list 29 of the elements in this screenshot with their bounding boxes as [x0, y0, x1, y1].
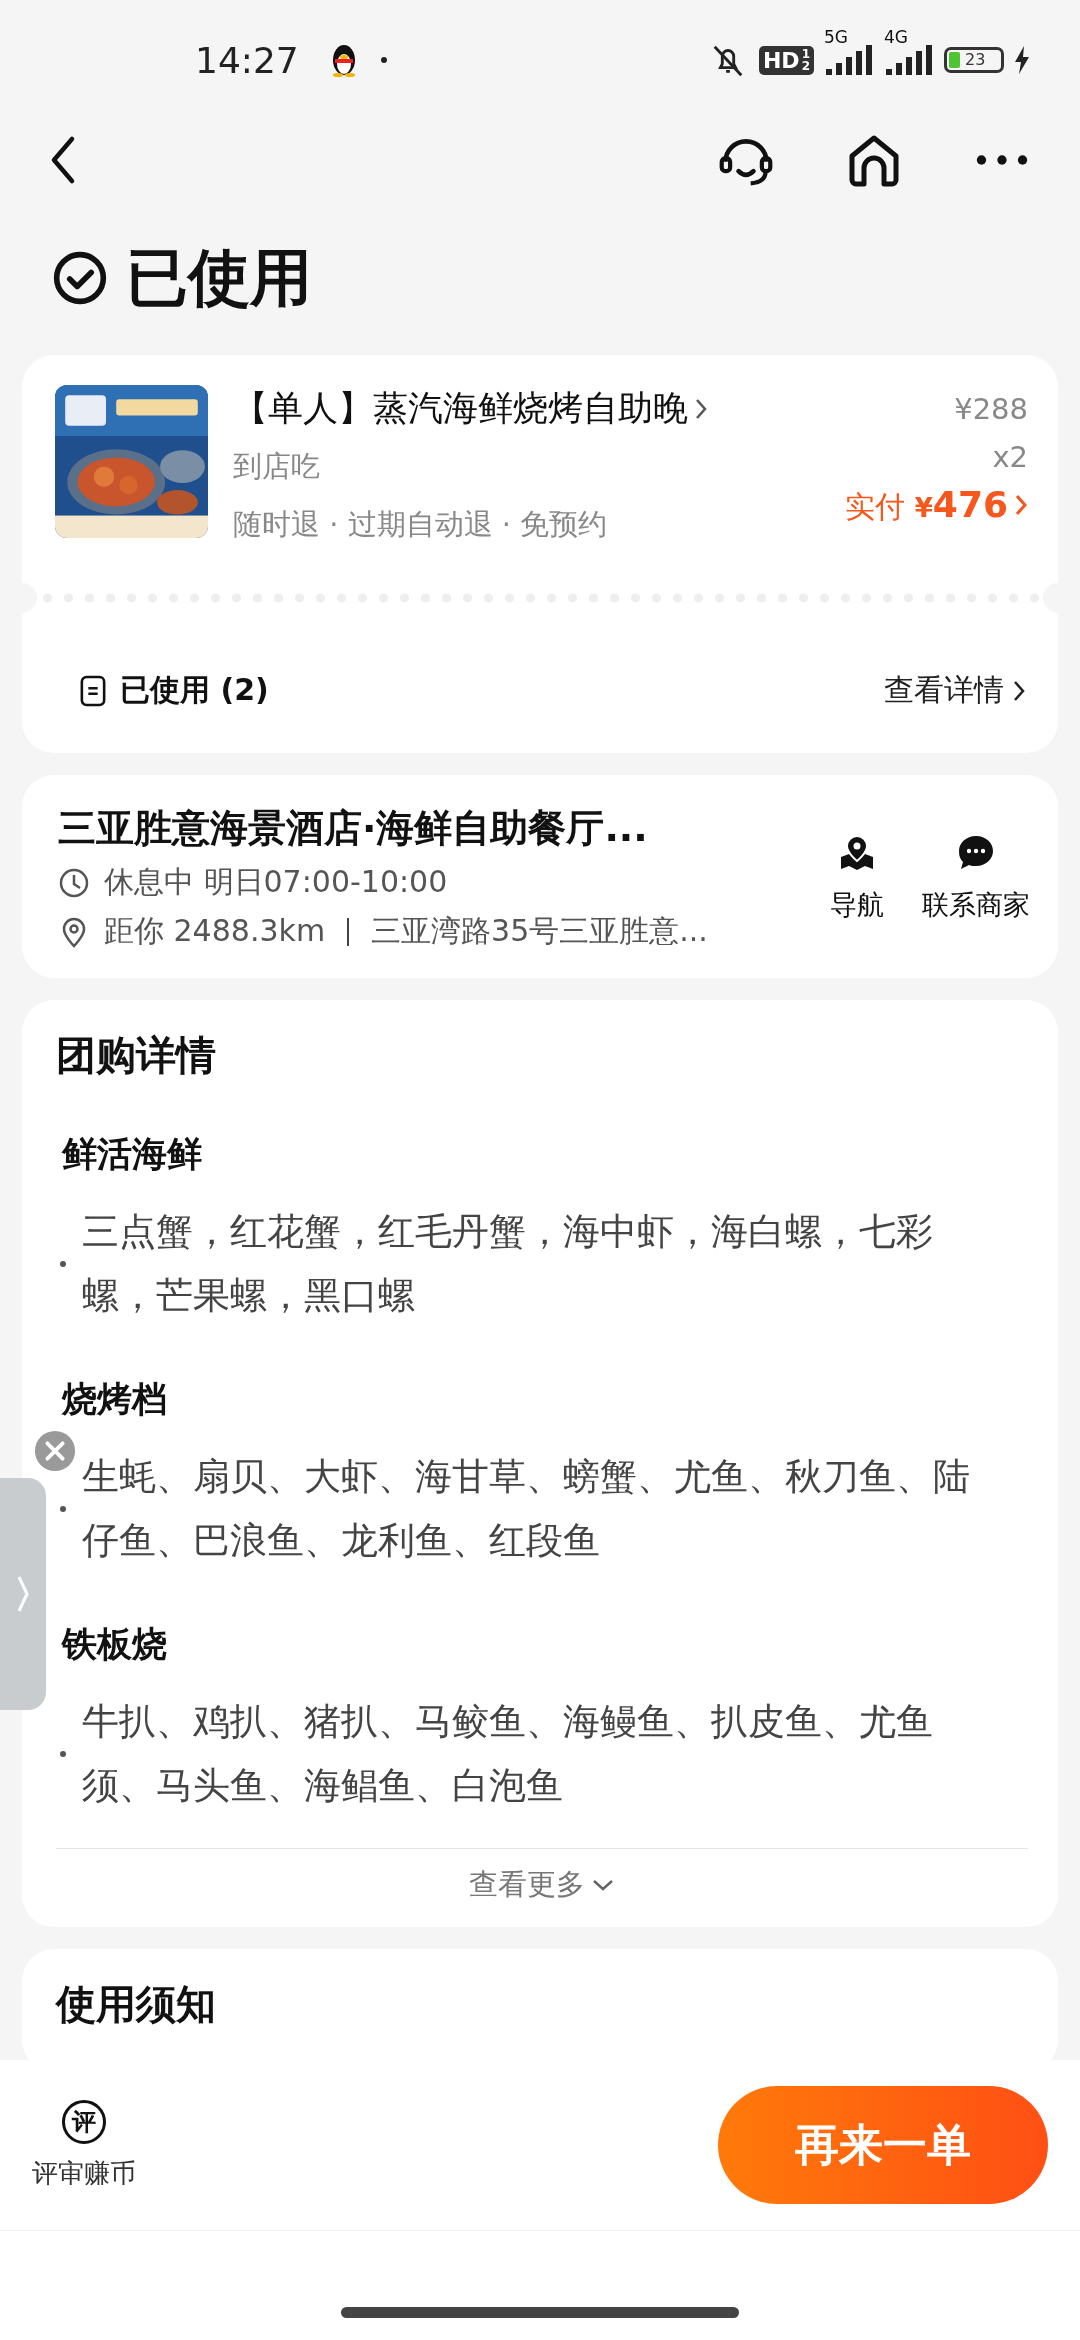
battery-icon: 23: [944, 47, 1004, 73]
dine-type: 到店吃: [233, 448, 321, 485]
menu-items-text: 牛扒、鸡扒、猪扒、马鲛鱼、海鳗鱼、扒皮鱼、尤鱼须、马头鱼、海鲳鱼、白泡鱼: [82, 1699, 934, 1809]
network-label: 5G: [824, 27, 848, 47]
product-name-link[interactable]: 【单人】蒸汽海鲜烧烤自助晚: [233, 385, 708, 432]
review-icon[interactable]: 评: [62, 2099, 106, 2144]
quantity: x2: [992, 439, 1028, 476]
shop-address: 三亚湾路35号三亚胜意...: [371, 912, 708, 950]
section-title: 团购详情: [56, 1031, 216, 1080]
network-label: 4G: [884, 27, 908, 47]
review-label[interactable]: 评审赚币: [32, 2155, 136, 2191]
view-more-link[interactable]: 查看更多: [469, 1865, 615, 1905]
order-status-title: 已使用: [126, 239, 312, 316]
section-title: 使用须知: [56, 1980, 216, 2029]
category-heading: 铁板烧: [62, 1623, 167, 1666]
action-label[interactable]: 导航: [830, 886, 884, 923]
used-count: 已使用 (2): [120, 671, 269, 709]
category-heading: 烧烤档: [62, 1378, 167, 1421]
unit-price: ¥288: [954, 391, 1028, 428]
menu-items-text: 三点蟹，红花蟹，红毛丹蟹，海中虾，海白螺，七彩螺，芒果螺，黑口螺: [82, 1209, 934, 1319]
action-label[interactable]: 联系商家: [922, 886, 1030, 923]
refund-policies: 随时退 · 过期自动退 · 免预约: [233, 506, 609, 543]
status-time: 14:27: [195, 39, 299, 81]
menu-items-text: 生蚝、扇贝、大虾、海甘草、螃蟹、尤鱼、秋刀鱼、陆仔鱼、巴浪鱼、龙利鱼、红段鱼: [82, 1454, 971, 1564]
view-details-link[interactable]: 查看详情: [884, 670, 1026, 711]
shop-name[interactable]: 三亚胜意海景酒店·海鲜自助餐厅...: [58, 803, 830, 854]
opening-hours: 休息中 明日07:00-10:00: [104, 863, 448, 901]
category-heading: 鲜活海鲜: [62, 1133, 202, 1176]
distance: 距你 2488.3km: [104, 912, 326, 950]
